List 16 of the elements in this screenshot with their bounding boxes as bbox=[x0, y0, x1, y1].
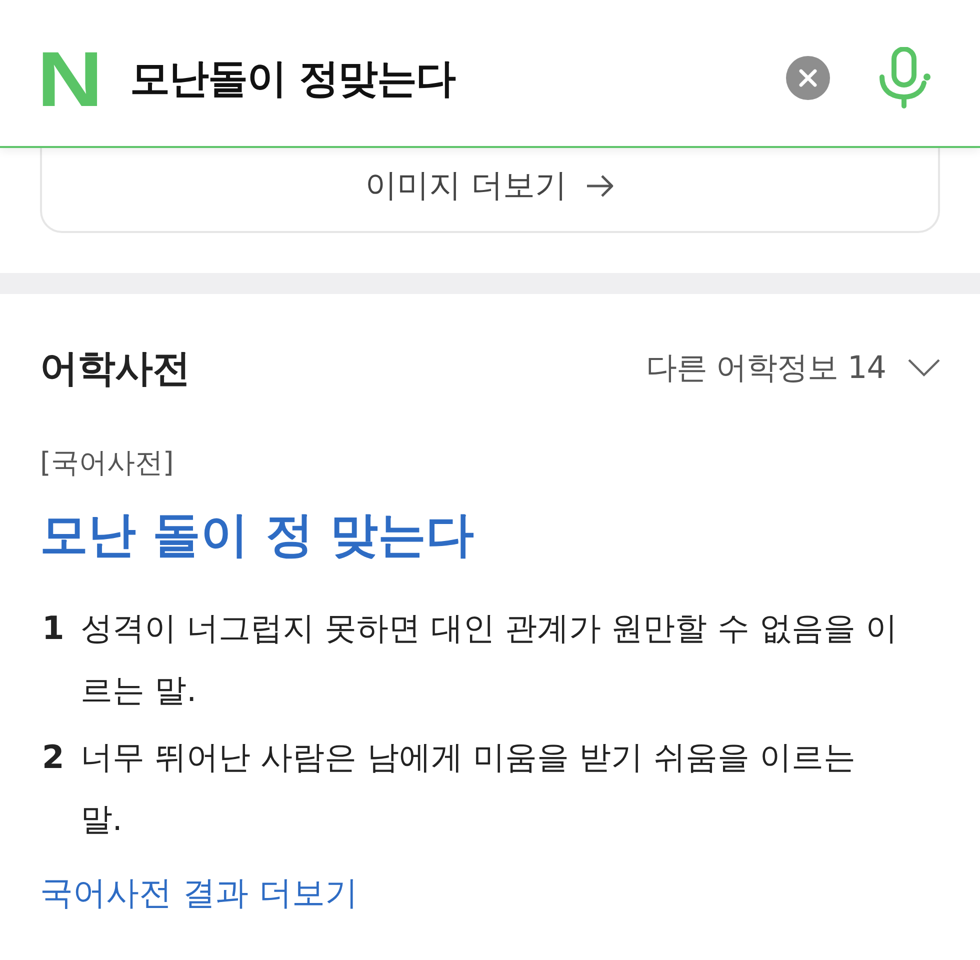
more-images-button[interactable]: 이미지 더보기 bbox=[40, 148, 940, 233]
clear-button[interactable] bbox=[786, 56, 830, 100]
dictionary-source: [국어사전] bbox=[40, 445, 175, 481]
headword-link[interactable]: 모난 돌이 정 맞는다 bbox=[40, 505, 474, 565]
definition-text: 성격이 너그럽지 못하면 대인 관계가 원만할 수 없음을 이르는 말. bbox=[80, 608, 899, 711]
more-results-link[interactable]: 국어사전 결과 더보기 bbox=[40, 873, 358, 913]
voice-search-button[interactable] bbox=[878, 47, 932, 109]
definition-number: 1 bbox=[41, 608, 64, 649]
definition-text: 너무 뛰어난 사람은 남에게 미움을 받기 쉬움을 이르는 말. bbox=[80, 737, 856, 840]
close-icon bbox=[799, 69, 817, 87]
search-query[interactable]: 모난돌이 정맞는다 bbox=[130, 50, 786, 106]
arrow-right-icon bbox=[585, 174, 616, 198]
other-info-dropdown[interactable]: 다른 어학정보 14 bbox=[646, 347, 940, 389]
microphone-icon bbox=[878, 47, 932, 109]
section-title: 어학사전 bbox=[40, 344, 190, 392]
definition-number: 2 bbox=[41, 737, 64, 778]
